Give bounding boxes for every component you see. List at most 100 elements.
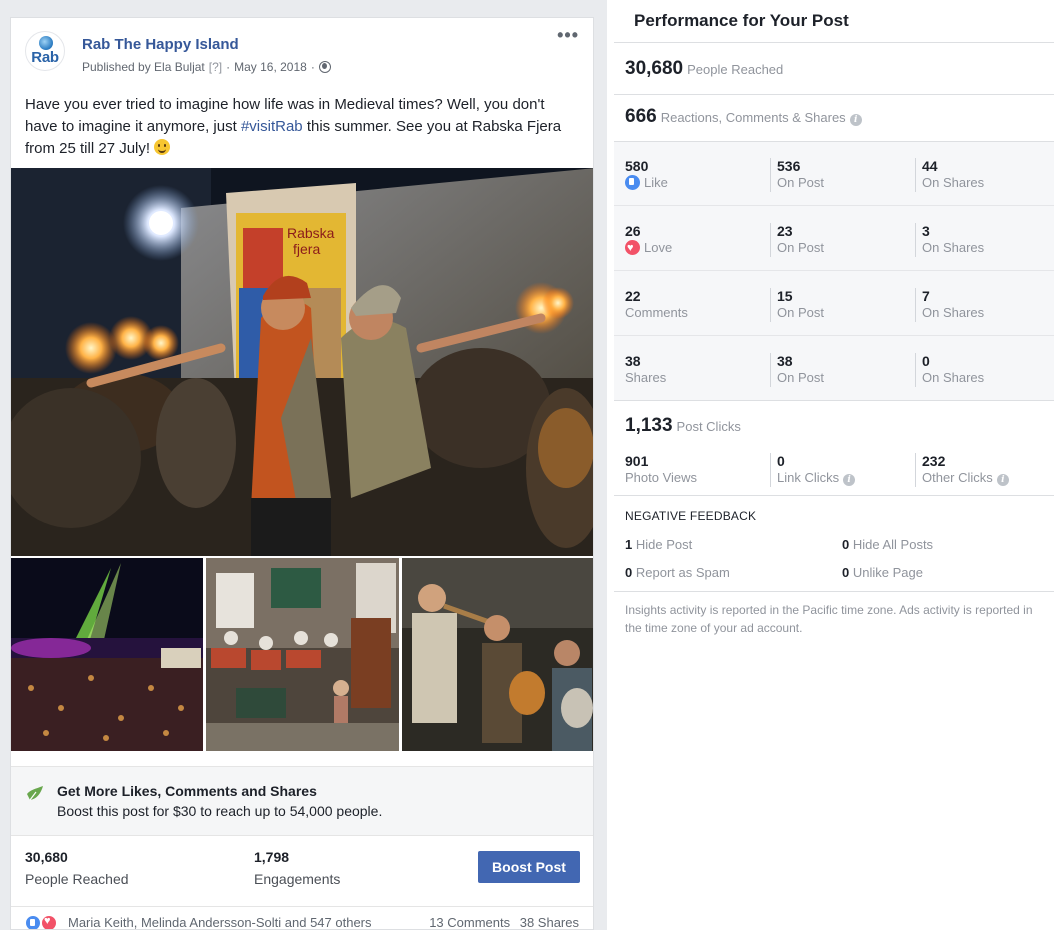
link-clicks-cell: 0 Link Clicks i [770, 453, 910, 487]
report-spam-stat: 0 Report as Spam [625, 565, 730, 580]
like-on-post-cell: 536 On Post [770, 158, 910, 192]
post-header: Rab Rab The Happy Island Published by El… [11, 18, 593, 90]
meta-separator: · [310, 60, 315, 74]
love-reaction-icon[interactable] [41, 915, 57, 929]
post-photo-musicians[interactable] [206, 558, 399, 751]
photo-views-label: Photo Views [625, 470, 698, 485]
comments-label: Comments [625, 305, 688, 320]
like-on-shares-cell: 44 On Shares [915, 158, 1054, 192]
shares-on-post: 38 [777, 353, 793, 369]
info-icon[interactable]: i [996, 474, 1009, 486]
promo-title: Get More Likes, Comments and Shares [57, 783, 317, 799]
published-by[interactable]: Published by Ela Buljat [82, 60, 205, 74]
love-on-shares-cell: 3 On Shares [915, 223, 1054, 257]
on-shares-label: On Shares [922, 305, 985, 320]
post-meta: Published by Ela Buljat [?] · May 16, 20… [82, 60, 331, 74]
love-on-post-cell: 23 On Post [770, 223, 910, 257]
divider [614, 42, 1054, 43]
leaf-check-icon [27, 786, 43, 801]
medieval-performers-photo: Rabska fjera [11, 168, 593, 556]
divider [614, 400, 1054, 401]
people-reached-label: People Reached [25, 871, 129, 887]
comments-total: 22 [625, 288, 641, 304]
post-card: Rab Rab The Happy Island Published by El… [10, 17, 594, 930]
negative-feedback-title: NEGATIVE FEEDBACK [625, 509, 757, 523]
page-name-link[interactable]: Rab The Happy Island [82, 36, 239, 53]
like-on-shares: 44 [922, 158, 938, 174]
hide-post-label: Hide Post [635, 537, 693, 552]
shares-total: 38 [625, 353, 641, 369]
unlike-page-stat: 0 Unlike Page [842, 565, 923, 580]
engagements-value: 1,798 [254, 849, 290, 865]
reactors-link[interactable]: Maria Keith, Melinda Andersson-Solti and… [68, 915, 372, 929]
like-icon [625, 175, 640, 190]
night-concert-photo [11, 558, 203, 751]
info-icon[interactable]: i [849, 114, 862, 126]
performance-panel: Performance for Your Post 30,680 People R… [614, 0, 1054, 930]
audience-globe-icon[interactable] [318, 61, 331, 73]
link-clicks-value: 0 [777, 453, 785, 469]
hide-all-value: 0 [842, 537, 850, 552]
post-photo-row [11, 558, 593, 751]
hide-all-label: Hide All Posts [852, 537, 934, 552]
people-reached-stat: 30,680 People Reached [625, 58, 783, 80]
promo-subtitle: Boost this post for $30 to reach up to 5… [57, 803, 383, 819]
link-clicks-text: Link Clicks [777, 470, 840, 485]
other-clicks-cell: 232 Other Clicks i [915, 453, 1054, 487]
globe-logo-icon [39, 36, 53, 50]
other-clicks-value: 232 [922, 453, 946, 469]
medieval-pipers-photo [402, 558, 593, 751]
like-total: 580 [625, 158, 649, 174]
love-icon [625, 239, 640, 257]
panel-title: Performance for Your Post [634, 11, 849, 30]
comment-share-counts: 13 Comments 38 Shares [423, 915, 579, 929]
unlike-page-value: 0 [842, 565, 850, 580]
love-total-cell: 26 Love [625, 223, 765, 257]
reactions-bar: Maria Keith, Melinda Andersson-Solti and… [11, 906, 593, 929]
more-options-icon[interactable]: ••• [557, 26, 579, 44]
like-reaction-icon[interactable] [25, 915, 41, 929]
page-logo-text: Rab [31, 49, 59, 66]
post-message: Have you ever tried to imagine how life … [25, 94, 581, 160]
divider [614, 495, 1054, 496]
people-reached-caption: People Reached [687, 62, 784, 77]
post-photo-pipers[interactable] [402, 558, 593, 751]
reactions-total-stat: 666 Reactions, Comments & Shares i [625, 106, 862, 128]
shares-on-shares: 0 [922, 353, 930, 369]
boost-post-button[interactable]: Boost Post [478, 851, 580, 883]
comments-total-cell: 22 Comments [625, 288, 765, 322]
classical-musicians-photo [206, 558, 399, 751]
on-shares-label: On Shares [922, 175, 985, 190]
love-total: 26 [625, 223, 641, 239]
timezone-footnote: Insights activity is reported in the Pac… [625, 603, 1033, 635]
post-photo-concert[interactable] [11, 558, 203, 751]
link-clicks-label: Link Clicks i [777, 469, 910, 487]
post-date[interactable]: May 16, 2018 [234, 60, 307, 74]
love-label: Love [625, 239, 765, 257]
hide-all-posts-stat: 0 Hide All Posts [842, 537, 933, 552]
comments-count-link[interactable]: 13 Comments [429, 915, 510, 929]
photo-views-value: 901 [625, 453, 649, 469]
post-photo-main[interactable]: Rabska fjera [11, 168, 593, 556]
divider [614, 335, 1054, 336]
banner-text-1: Rabska [287, 225, 335, 241]
reactions-total-number: 666 [625, 106, 657, 127]
on-shares-label: On Shares [922, 240, 985, 255]
page-avatar[interactable]: Rab [25, 31, 65, 71]
help-marker[interactable]: [?] [209, 60, 222, 74]
meta-separator: · [226, 60, 231, 74]
shares-total-cell: 38 Shares [625, 353, 765, 387]
breakdown-grid: 580 Like 536 On Post 44 On Shares 26 Lov… [614, 142, 1054, 400]
on-post-label: On Post [777, 175, 824, 190]
on-shares-label: On Shares [922, 370, 985, 385]
hashtag-link[interactable]: #visitRab [241, 118, 303, 135]
info-icon[interactable]: i [843, 474, 856, 486]
shares-count-link[interactable]: 38 Shares [520, 915, 579, 929]
boost-promo[interactable]: Get More Likes, Comments and Shares Boos… [11, 766, 593, 836]
comments-on-shares: 7 [922, 288, 930, 304]
love-on-post: 23 [777, 223, 793, 239]
report-spam-value: 0 [625, 565, 633, 580]
reactions-total-caption: Reactions, Comments & Shares [660, 110, 846, 125]
on-post-label: On Post [777, 305, 824, 320]
post-clicks-caption: Post Clicks [676, 419, 741, 434]
